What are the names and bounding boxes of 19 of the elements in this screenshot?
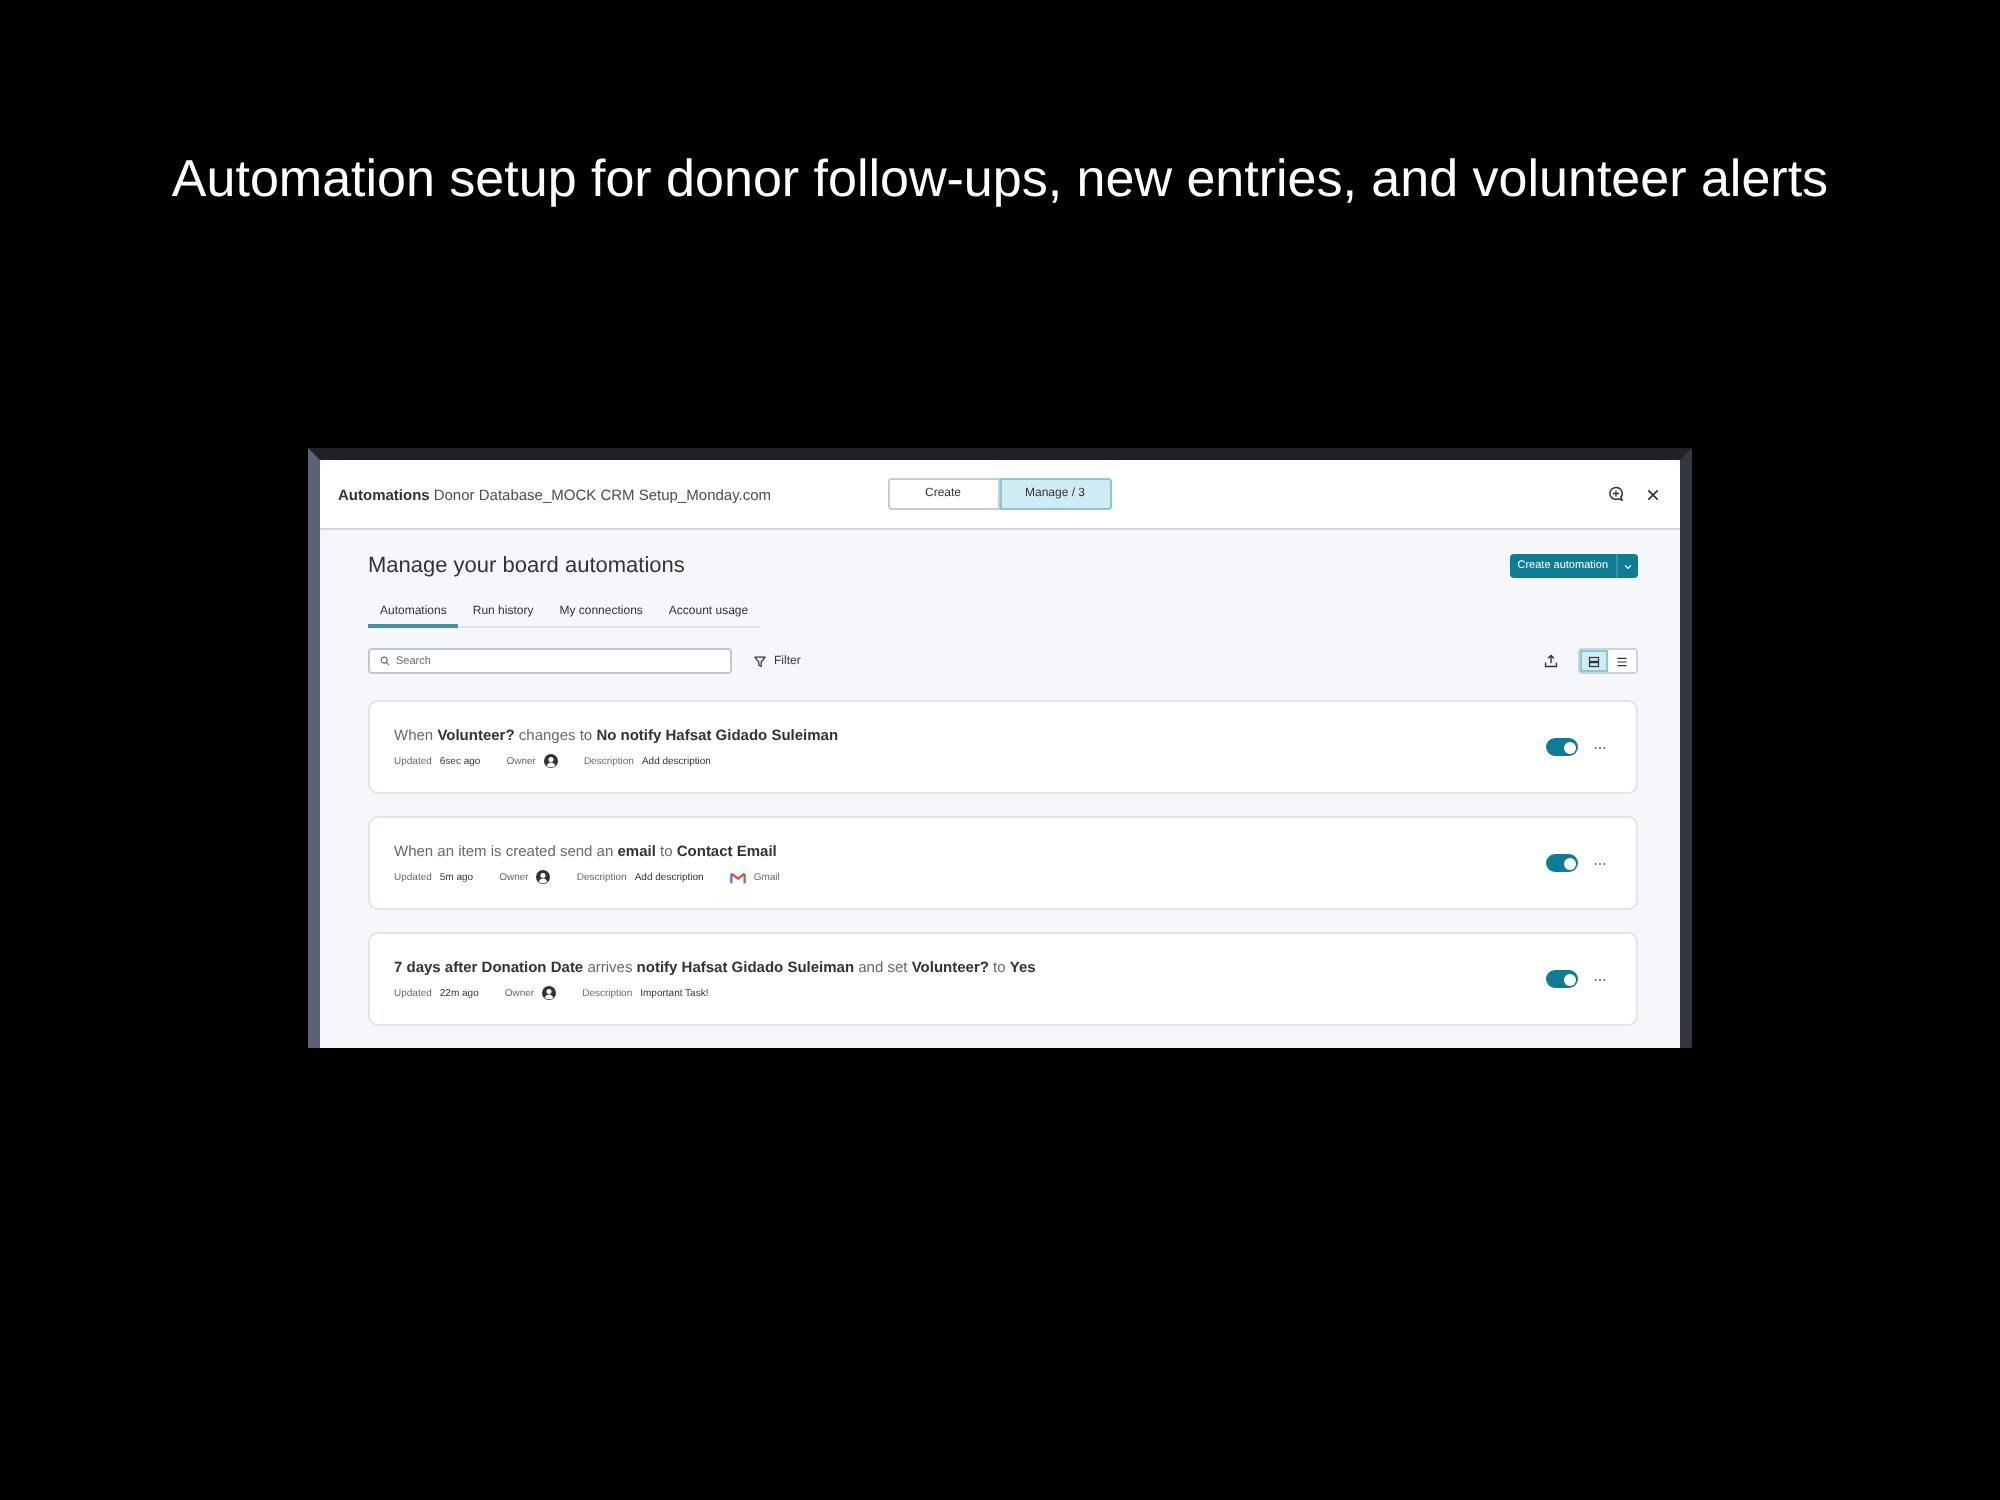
close-icon[interactable] — [1646, 487, 1660, 501]
toggle-switch[interactable] — [1546, 738, 1578, 756]
caret-icon — [1624, 563, 1632, 569]
user-avatar-icon — [543, 754, 558, 768]
list-view-icon — [1616, 655, 1628, 667]
filter-icon — [754, 655, 766, 667]
page-heading: Manage your board automations — [368, 554, 685, 578]
search-icon — [380, 656, 390, 666]
user-avatar-icon — [542, 986, 557, 1000]
toggle-switch[interactable] — [1546, 970, 1578, 988]
create-options-button[interactable] — [1616, 554, 1638, 578]
card-view-icon — [1588, 655, 1600, 667]
card-view-button[interactable] — [1580, 650, 1608, 672]
upload-icon[interactable] — [1544, 654, 1558, 668]
mail-icon — [729, 871, 746, 883]
slide-caption: Automation setup for donor follow-ups, new entries, and volunteer alerts — [171, 146, 1829, 210]
toggle-switch[interactable] — [1546, 854, 1578, 872]
chat-bubble-icon[interactable] — [1608, 486, 1624, 502]
user-avatar-icon — [536, 870, 551, 884]
